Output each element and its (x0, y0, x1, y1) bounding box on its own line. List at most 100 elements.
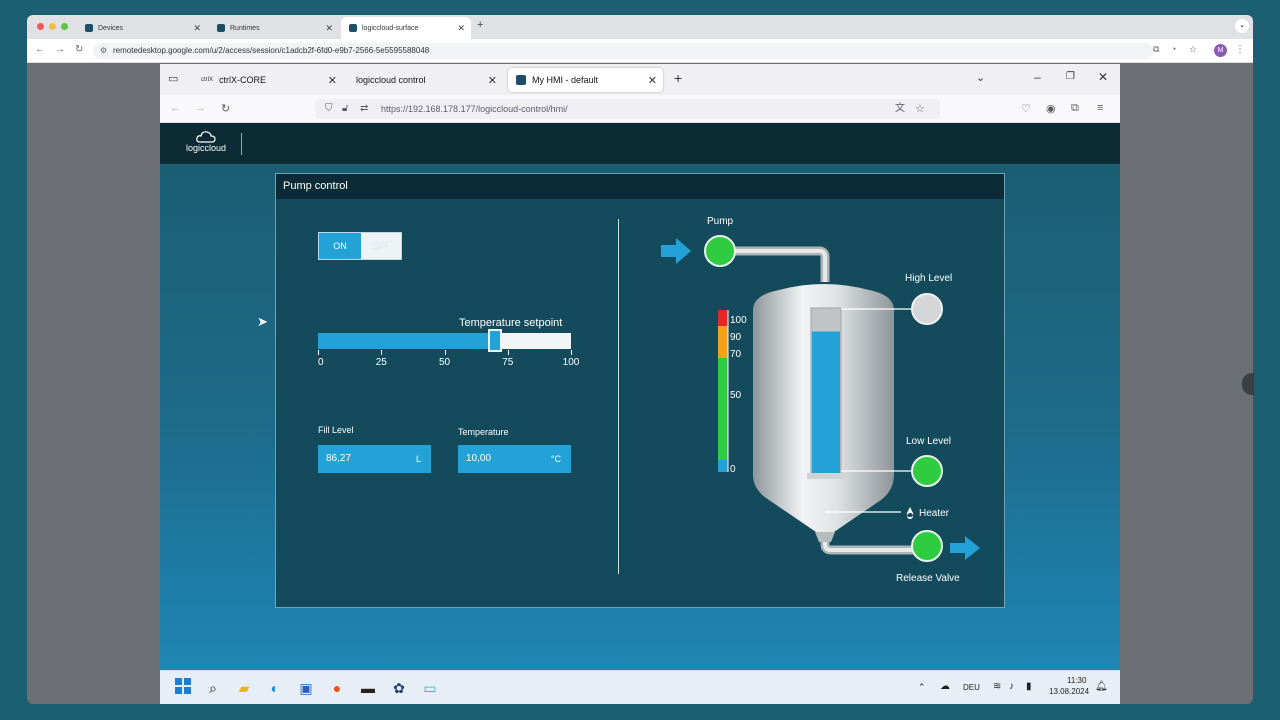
file-explorer-icon[interactable]: ▰ (234, 678, 254, 698)
back-icon[interactable]: ← (35, 44, 45, 55)
maximize-window-dot[interactable] (61, 23, 68, 30)
close-tab-icon[interactable]: ✕ (488, 74, 497, 87)
site-info-icon[interactable]: ⚙ (100, 43, 107, 59)
new-tab-icon[interactable]: + (674, 70, 682, 86)
translate-icon[interactable]: 文 (895, 99, 905, 119)
close-window-dot[interactable] (37, 23, 44, 30)
share-icon[interactable]: ◔ (1171, 44, 1176, 54)
logiccloud-logo[interactable]: logiccloud (182, 131, 230, 157)
notification-bell-icon[interactable]: 🔔︎ (1095, 681, 1108, 692)
terminal-icon[interactable]: ▬ (358, 678, 378, 698)
fill-level-value: 86,27 (326, 453, 352, 464)
tray-expand-icon[interactable]: ⌃ (918, 682, 926, 693)
logiccloud-favicon (516, 75, 526, 85)
restore-icon[interactable]: ❐ (1066, 71, 1075, 82)
tab-label: logiccloud-surface (362, 24, 419, 32)
temperature-setpoint-slider[interactable] (318, 329, 571, 352)
back-icon[interactable]: ← (170, 102, 181, 114)
profile-avatar[interactable]: M (1214, 44, 1227, 57)
reload-icon[interactable]: ↻ (75, 44, 83, 55)
logo-text: logiccloud (185, 143, 227, 153)
forward-icon[interactable]: → (55, 44, 65, 55)
firefox-icon[interactable]: ● (327, 678, 347, 698)
minimize-icon[interactable]: – (1034, 70, 1041, 84)
menu-icon[interactable]: ≡ (1097, 102, 1103, 114)
close-tab-icon[interactable]: ✕ (648, 74, 657, 87)
install-icon[interactable]: ⧉ (1153, 44, 1159, 55)
wifi-icon[interactable]: ≋ (993, 681, 1001, 692)
tab-logiccloud-control[interactable]: logiccloud control ✕ (348, 68, 503, 92)
pocket-icon[interactable]: ♡ (1021, 102, 1031, 115)
more-menu-icon[interactable]: ⋮ (1235, 44, 1245, 55)
close-window-icon[interactable]: ✕ (1098, 70, 1108, 84)
settings-app-icon[interactable]: ✿ (389, 678, 409, 698)
gauge-tick-0: 0 (730, 464, 736, 475)
slider-tick-mark (571, 350, 572, 355)
forward-icon[interactable]: → (195, 102, 206, 114)
close-tab-icon[interactable]: ✕ (328, 74, 337, 87)
sight-glass-base (807, 473, 845, 479)
fill-level-display: 86,27 L (318, 445, 431, 473)
url-text: https://192.168.178.177/logiccloud-contr… (381, 104, 568, 114)
side-panel-handle[interactable] (1242, 373, 1254, 395)
release-valve-label: Release Valve (896, 573, 960, 584)
logiccloud-favicon (85, 24, 93, 32)
clock-date[interactable]: 13.08.2024 (1049, 687, 1089, 696)
slider-tick-label: 75 (502, 357, 514, 368)
firefox-view-icon[interactable]: ▭ (168, 72, 178, 85)
gauge-tick-90: 90 (730, 332, 742, 343)
outlet-arrow-icon (950, 536, 980, 560)
tab-label: Runtimes (230, 24, 260, 32)
outer-url-field[interactable]: ⚙ remotedesktop.google.com/u/2/access/se… (93, 43, 1153, 59)
language-indicator[interactable]: DEU (963, 683, 980, 692)
cloud-icon (196, 131, 216, 143)
shield-icon[interactable]: ⛉ (325, 99, 333, 119)
url-field[interactable]: ⛉ 🔓︎ ⇄ https://192.168.178.177/logicclou… (315, 99, 940, 119)
release-valve-indicator[interactable] (911, 530, 943, 562)
clock-time[interactable]: 11:30 (1067, 676, 1086, 685)
search-icon[interactable]: ⌕ (203, 678, 223, 698)
bookmark-star-icon[interactable]: ☆ (1189, 44, 1197, 55)
edge-icon[interactable]: ◐ (265, 678, 285, 698)
permissions-icon[interactable]: ⇄ (360, 99, 368, 119)
tab-my-hmi[interactable]: My HMI - default ✕ (508, 68, 663, 92)
close-tab-icon[interactable]: ✕ (457, 23, 465, 34)
cloud-sync-icon[interactable]: ☁ (940, 681, 950, 692)
outer-tab-devices[interactable]: Devices ✕ (77, 17, 207, 39)
pump-indicator[interactable] (704, 235, 736, 267)
mouse-cursor-icon: ➤ (257, 314, 268, 329)
extensions-icon[interactable]: ⧉ (1071, 102, 1079, 115)
slider-tick-mark (507, 350, 509, 355)
reload-icon[interactable]: ↻ (221, 102, 230, 115)
minimize-window-dot[interactable] (49, 23, 56, 30)
list-tabs-icon[interactable]: ⌄ (976, 71, 985, 84)
bookmark-star-icon[interactable]: ☆ (915, 99, 925, 119)
outer-tab-logiccloud-surface[interactable]: logiccloud-surface ✕ (341, 17, 471, 39)
slider-tick-label: 25 (375, 357, 387, 368)
close-tab-icon[interactable]: ✕ (325, 23, 333, 34)
volume-icon[interactable]: ♪ (1009, 681, 1014, 692)
store-icon[interactable]: ▣ (296, 678, 316, 698)
toggle-on-option[interactable]: ON (319, 233, 361, 259)
slider-tick-label: 0 (318, 357, 324, 368)
outer-tab-runtimes[interactable]: Runtimes ✕ (209, 17, 339, 39)
tab-search-icon[interactable]: ⌄ (1235, 19, 1249, 33)
gauge-green-zone (718, 358, 728, 460)
toggle-off-option[interactable]: OFF (361, 233, 401, 259)
tab-ctrlx-core[interactable]: ctrlX ctrlX-CORE ✕ (193, 68, 343, 92)
new-tab-icon[interactable]: + (477, 19, 483, 31)
outer-tab-strip: Devices ✕ Runtimes ✕ logiccloud-surface … (27, 15, 1253, 39)
start-icon[interactable] (173, 678, 193, 698)
close-tab-icon[interactable]: ✕ (193, 23, 201, 34)
temperature-label: Temperature (458, 427, 509, 437)
slider-thumb[interactable] (488, 329, 503, 352)
slider-fill (318, 333, 496, 349)
remote-app-icon[interactable]: ▭ (420, 678, 440, 698)
battery-icon[interactable]: ▮ (1026, 681, 1032, 692)
pump-on-off-toggle[interactable]: ON OFF (318, 232, 402, 260)
fill-level-label: Fill Level (318, 425, 354, 435)
logiccloud-favicon (217, 24, 225, 32)
firefox-tab-strip: ▭ ctrlX ctrlX-CORE ✕ logiccloud control … (160, 64, 1120, 95)
lock-warning-icon[interactable]: 🔓︎ (342, 99, 348, 119)
account-icon[interactable]: ◉ (1046, 102, 1056, 115)
